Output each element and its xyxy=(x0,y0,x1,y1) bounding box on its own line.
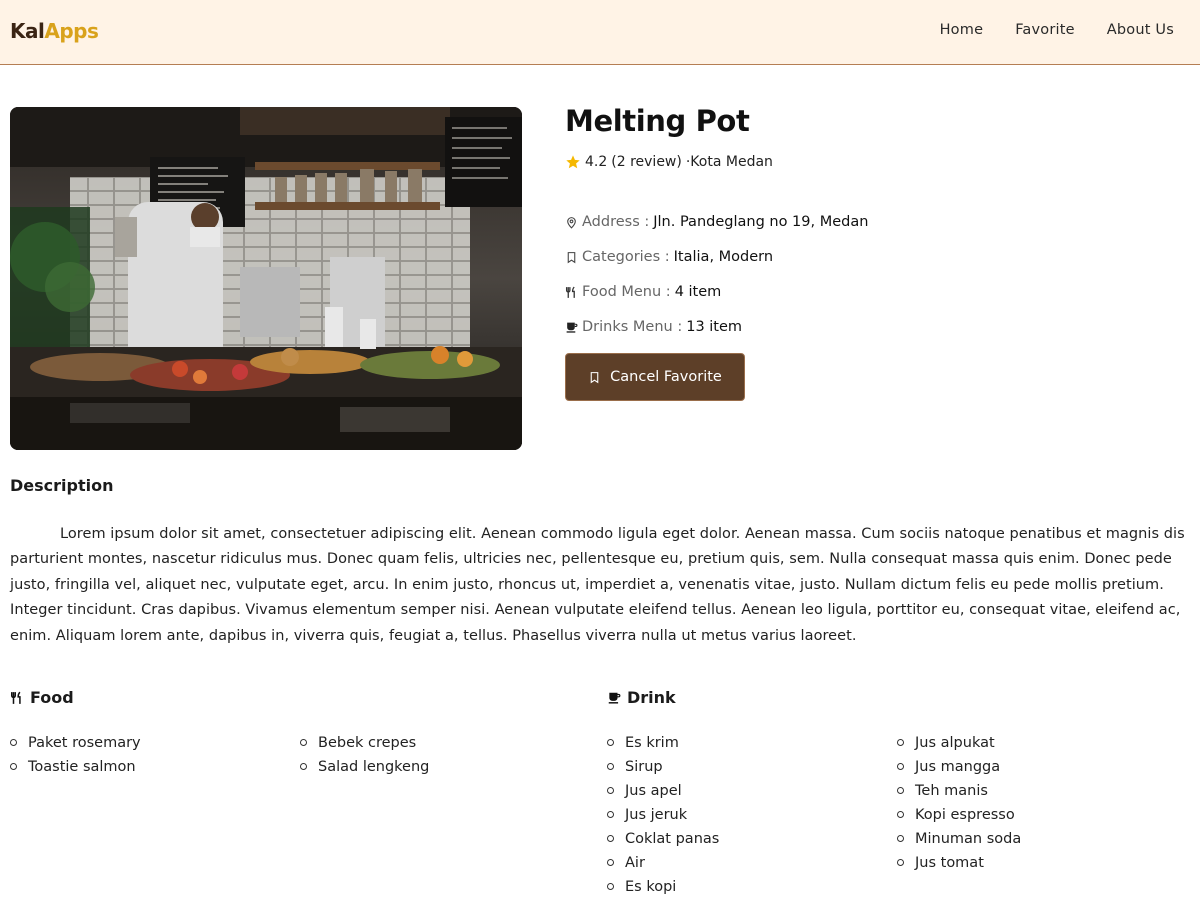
cup-icon xyxy=(608,692,621,704)
cancel-favorite-button[interactable]: Cancel Favorite xyxy=(565,353,745,401)
city: ·Kota Medan xyxy=(685,154,773,170)
categories-label: Categories : xyxy=(582,249,670,265)
description-heading: Description xyxy=(10,476,114,495)
list-item: Minuman soda xyxy=(897,827,1021,851)
address-label: Address : xyxy=(582,214,650,230)
drinks-menu-row: Drinks Menu : 13 item xyxy=(565,319,742,335)
list-item: Jus mangga xyxy=(897,755,1021,779)
food-menu-count: 4 item xyxy=(674,284,722,300)
list-item: Es krim xyxy=(607,731,719,755)
list-item: Jus tomat xyxy=(897,851,1021,875)
nav-links: Home Favorite About Us xyxy=(940,22,1174,38)
fork-knife-icon xyxy=(10,691,21,704)
address-row: Address : Jln. Pandeglang no 19, Medan xyxy=(565,214,868,230)
list-item: Es kopi xyxy=(607,875,719,899)
list-item: Kopi espresso xyxy=(897,803,1021,827)
drinks-menu-count: 13 item xyxy=(686,319,743,335)
list-item: Salad lengkeng xyxy=(300,755,429,779)
restaurant-name: Melting Pot xyxy=(565,104,750,138)
drink-heading: Drink xyxy=(607,688,676,707)
list-item: Jus alpukat xyxy=(897,731,1021,755)
food-menu-row: Food Menu : 4 item xyxy=(565,284,721,300)
rating-row: 4.2 (2 review) ·Kota Medan xyxy=(565,154,773,170)
review-count: (2 review) xyxy=(611,154,682,170)
list-item: Sirup xyxy=(607,755,719,779)
drink-heading-label: Drink xyxy=(627,688,676,707)
drink-list-col1: Es krim Sirup Jus apel Jus jeruk Coklat … xyxy=(607,731,719,899)
cancel-favorite-label: Cancel Favorite xyxy=(610,369,722,385)
food-menu-label: Food Menu : xyxy=(582,284,671,300)
list-item: Paket rosemary xyxy=(10,731,141,755)
rating-value: 4.2 xyxy=(585,154,608,170)
brand-logo[interactable]: KalApps xyxy=(10,19,99,43)
address-value: Jln. Pandeglang no 19, Medan xyxy=(653,214,869,230)
drinks-menu-label: Drinks Menu : xyxy=(582,319,683,335)
list-item: Coklat panas xyxy=(607,827,719,851)
description-text: Lorem ipsum dolor sit amet, consectetuer… xyxy=(10,526,1185,644)
list-item: Air xyxy=(607,851,719,875)
categories-row: Categories : Italia, Modern xyxy=(565,249,773,265)
food-list-col1: Paket rosemary Toastie salmon xyxy=(10,731,141,779)
brand-part1: Kal xyxy=(10,19,45,43)
list-item: Bebek crepes xyxy=(300,731,429,755)
map-pin-icon xyxy=(567,216,576,229)
list-item: Jus apel xyxy=(607,779,719,803)
bookmark-icon xyxy=(567,251,576,263)
star-icon xyxy=(566,155,580,169)
nav-link-favorite[interactable]: Favorite xyxy=(1015,22,1075,38)
nav-link-about-us[interactable]: About Us xyxy=(1107,22,1174,38)
navbar: KalApps Home Favorite About Us xyxy=(0,0,1200,65)
nav-link-home[interactable]: Home xyxy=(940,22,984,38)
fork-knife-icon xyxy=(565,286,575,298)
categories-value: Italia, Modern xyxy=(673,249,774,265)
cup-icon xyxy=(566,322,578,333)
list-item: Jus jeruk xyxy=(607,803,719,827)
list-item: Toastie salmon xyxy=(10,755,141,779)
food-heading: Food xyxy=(10,688,74,707)
food-list-col2: Bebek crepes Salad lengkeng xyxy=(300,731,429,779)
bookmark-icon xyxy=(590,371,599,383)
restaurant-image xyxy=(10,107,522,450)
brand-part2: Apps xyxy=(44,19,99,43)
food-heading-label: Food xyxy=(30,688,74,707)
drink-list-col2: Jus alpukat Jus mangga Teh manis Kopi es… xyxy=(897,731,1021,875)
list-item: Teh manis xyxy=(897,779,1021,803)
